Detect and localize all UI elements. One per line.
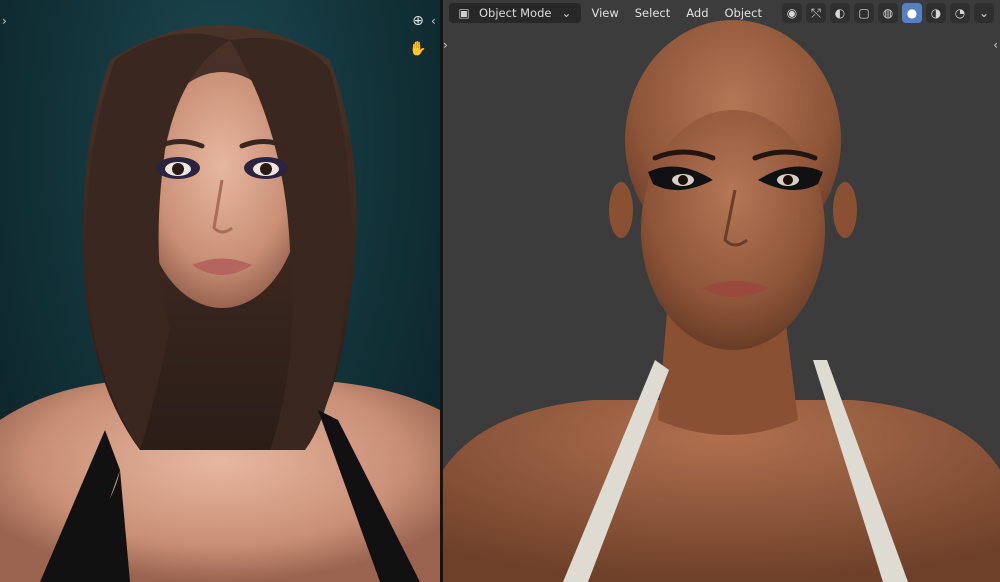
- shading-options-chevron-icon[interactable]: ⌄: [974, 3, 994, 23]
- chevron-left-icon[interactable]: ‹: [431, 14, 436, 28]
- overlay-icon[interactable]: ◐: [830, 3, 850, 23]
- rendered-woman-portrait: [0, 25, 440, 582]
- rendered-shading-icon[interactable]: ◔: [950, 3, 970, 23]
- hand-pan-icon[interactable]: ✋: [407, 38, 429, 60]
- sidebar-expand-icon[interactable]: ‹: [993, 38, 998, 52]
- viewport-header: ▣ Object Mode ⌄ View Select Add Object ◉…: [443, 0, 1000, 26]
- menu-object[interactable]: Object: [719, 3, 768, 23]
- viewport-gizmo-icon[interactable]: ◉: [782, 3, 802, 23]
- chevron-down-icon: ⌄: [561, 6, 572, 20]
- chevron-right-icon[interactable]: ›: [2, 14, 7, 28]
- xray-icon[interactable]: ▢: [854, 3, 874, 23]
- menu-select[interactable]: Select: [629, 3, 676, 23]
- wireframe-shading-icon[interactable]: ◍: [878, 3, 898, 23]
- object-mode-icon: ▣: [458, 6, 470, 20]
- 3d-viewport[interactable]: ▣ Object Mode ⌄ View Select Add Object ◉…: [443, 0, 1000, 582]
- toolbar-expand-icon[interactable]: ›: [443, 38, 448, 52]
- menu-add[interactable]: Add: [680, 3, 714, 23]
- mode-selector[interactable]: ▣ Object Mode ⌄: [449, 3, 582, 23]
- menu-view[interactable]: View: [585, 3, 624, 23]
- mode-label: Object Mode: [479, 6, 552, 20]
- render-preview-panel: ⊕ ✋ ‹ ›: [0, 0, 440, 582]
- navigation-icon[interactable]: ⤲: [806, 3, 826, 23]
- solid-shading-icon[interactable]: ●: [902, 3, 922, 23]
- material-shading-icon[interactable]: ◑: [926, 3, 946, 23]
- bald-woman-model: [443, 20, 1000, 582]
- zoom-icon[interactable]: ⊕: [407, 10, 429, 32]
